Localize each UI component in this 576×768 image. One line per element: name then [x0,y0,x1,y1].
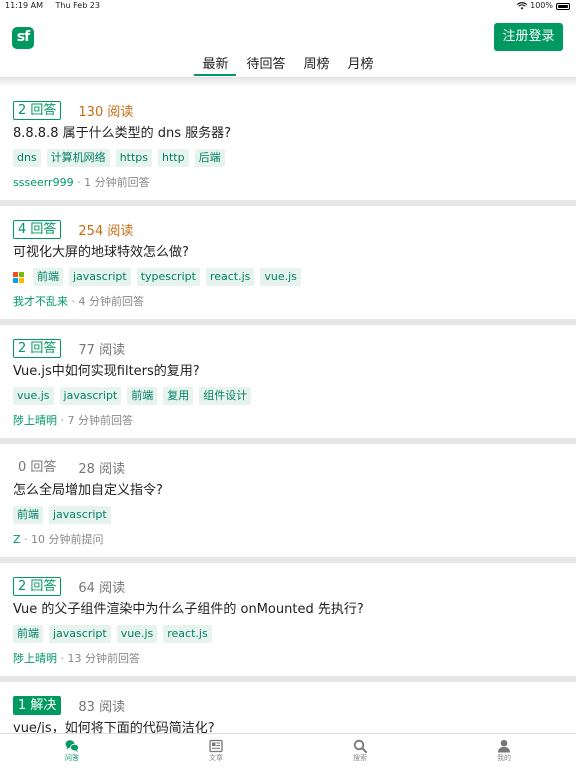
view-count: 254 阅读 [78,223,134,239]
sf-logo[interactable]: sf [12,27,34,49]
question-card[interactable]: 4 回答 254 阅读 可视化大屏的地球特效怎么做? 前端 javascript… [0,206,576,319]
nav-articles[interactable]: 文章 [144,734,288,768]
question-feed[interactable]: 2 回答 130 阅读 8.8.8.8 属于什么类型的 dns 服务器? dns… [0,87,576,733]
answer-count: 2 回答 [13,338,62,358]
author-link[interactable]: Z [13,533,21,546]
tab-latest[interactable]: 最新 [194,57,237,77]
activity-time: · 13 分钟前回答 [57,652,140,665]
question-card[interactable]: 2 回答 77 阅读 Vue.js中如何实现filters的复用? vue.js… [0,325,576,438]
view-count: 77 阅读 [78,342,126,358]
battery-icon [556,2,570,10]
view-count: 83 阅读 [78,699,126,715]
user-icon [498,739,510,753]
tag[interactable]: vue.js [116,625,158,643]
author-link[interactable]: ssseerr999 [13,176,74,189]
question-title[interactable]: 可视化大屏的地球特效怎么做? [13,244,189,262]
tag[interactable]: react.js [205,268,255,286]
tab-weekly[interactable]: 周榜 [302,57,332,77]
search-icon [353,739,367,753]
tag[interactable]: vue.js [260,268,301,286]
tag[interactable]: vue.js [13,387,54,405]
tag[interactable]: javascript [69,268,131,286]
activity-time: · 1 分钟前回答 [73,176,150,189]
tag[interactable]: typescript [136,268,200,286]
tag-list: 前端 javascript typescript react.js vue.js [13,268,307,286]
windows-logo-icon [13,271,24,283]
activity-time: · 7 分钟前回答 [57,414,133,427]
tag[interactable]: http [158,149,189,167]
tag[interactable]: 前端 [127,387,158,405]
nav-label: 搜索 [353,754,367,762]
tab-unanswered[interactable]: 待回答 [244,57,287,77]
tag[interactable]: 计算机网络 [46,149,110,167]
tag[interactable]: javascript [49,625,111,643]
tag-list: dns 计算机网络 https http 后端 [13,149,231,167]
status-date: Thu Feb 23 [55,1,100,10]
question-card[interactable]: 2 回答 64 阅读 Vue 的父子组件渲染中为什么子组件的 onMounted… [0,563,576,676]
tag-list: vue.js javascript 前端 复用 组件设计 [13,387,257,405]
article-icon [209,739,223,753]
question-title[interactable]: 8.8.8.8 属于什么类型的 dns 服务器? [13,125,231,143]
tag[interactable]: https [115,149,152,167]
question-card[interactable]: 0 回答 28 阅读 怎么全局增加自定义指令? 前端 javascript Z … [0,444,576,557]
author-link[interactable]: 陟上晴明 [13,414,57,427]
tag[interactable]: javascript [59,387,122,405]
status-time: 11:19 AM [5,1,43,10]
tag[interactable]: javascript [49,506,111,524]
answer-count: 0 回答 [18,459,57,475]
wifi-icon [517,2,528,10]
feed-tabs: 最新 待回答 周榜 月榜 [0,57,576,77]
view-count: 64 阅读 [78,580,126,596]
battery-percent: 100% [530,1,553,10]
answer-count: 4 回答 [13,219,62,239]
activity-time: · 10 分钟前提问 [20,533,104,546]
tag[interactable]: 前端 [13,625,43,643]
author-link[interactable]: 陟上晴明 [13,652,57,665]
nav-qa[interactable]: 问答 [0,734,144,768]
author-link[interactable]: 我才不乱来 [13,295,68,308]
question-card[interactable]: 1 解决 83 阅读 vue/js，如何将下面的代码简洁化? [0,682,576,733]
app-header: sf 注册登录 最新 待回答 周榜 月榜 [0,12,576,77]
status-bar: 11:19 AM Thu Feb 23 100% [0,0,576,12]
nav-me[interactable]: 我的 [432,734,576,768]
tag[interactable]: 后端 [194,149,225,167]
answer-count: 2 回答 [13,576,62,596]
bottom-tab-bar: 问答 文章 搜索 我的 [0,733,576,768]
register-login-button[interactable]: 注册登录 [494,23,563,51]
tag-list: 前端 javascript vue.js react.js [13,625,218,643]
question-title[interactable]: vue/js，如何将下面的代码简洁化? [13,720,215,733]
nav-search[interactable]: 搜索 [288,734,432,768]
question-title[interactable]: Vue.js中如何实现filters的复用? [13,363,200,381]
tag[interactable]: react.js [163,625,212,643]
tag[interactable]: 复用 [163,387,194,405]
question-card[interactable]: 2 回答 130 阅读 8.8.8.8 属于什么类型的 dns 服务器? dns… [0,87,576,200]
header-divider [0,77,576,87]
view-count: 130 阅读 [78,104,134,120]
answer-count: 2 回答 [13,100,62,120]
question-title[interactable]: Vue 的父子组件渲染中为什么子组件的 onMounted 先执行? [13,601,364,619]
tag[interactable]: dns [13,149,41,167]
nav-label: 我的 [497,754,511,762]
tag[interactable]: 前端 [33,268,63,286]
tab-monthly[interactable]: 月榜 [346,57,376,77]
tag-list: 前端 javascript [13,506,117,524]
nav-label: 文章 [209,754,223,762]
tag[interactable]: 组件设计 [199,387,252,405]
tag[interactable]: 前端 [13,506,43,524]
view-count: 28 阅读 [78,461,126,477]
answer-count: 1 解决 [13,695,62,715]
nav-label: 问答 [65,754,79,762]
activity-time: · 4 分钟前回答 [68,295,144,308]
question-title[interactable]: 怎么全局增加自定义指令? [13,482,163,500]
qa-bubbles-icon [65,740,79,752]
